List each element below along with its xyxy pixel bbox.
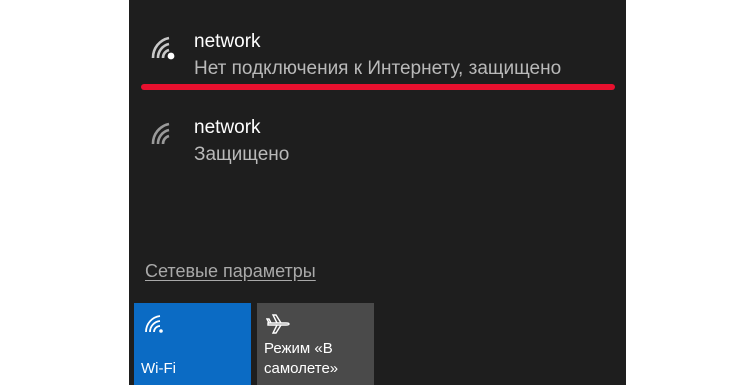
wifi-signal-icon: [151, 122, 170, 145]
wifi-icon: [145, 315, 163, 333]
wifi-tile-label: Wi-Fi: [141, 360, 176, 377]
wifi-signal-icon: [151, 36, 175, 60]
network-flyout-panel: network Нет подключения к Интернету, защ…: [129, 0, 626, 385]
network-name: network: [194, 117, 261, 138]
wifi-toggle-tile[interactable]: Wi-Fi: [134, 303, 251, 385]
airplane-tile-label: Режим «В самолете»: [264, 340, 339, 377]
network-list-item[interactable]: network Защищено: [129, 110, 626, 180]
airplane-icon: [266, 314, 290, 334]
airplane-mode-tile[interactable]: Режим «В самолете»: [257, 303, 374, 385]
network-status: Нет подключения к Интернету, защищено: [194, 58, 562, 79]
network-settings-link[interactable]: Сетевые параметры: [145, 261, 316, 282]
red-highlight-underline: [141, 84, 615, 90]
network-status: Защищено: [194, 144, 290, 165]
network-name: network: [194, 31, 261, 52]
